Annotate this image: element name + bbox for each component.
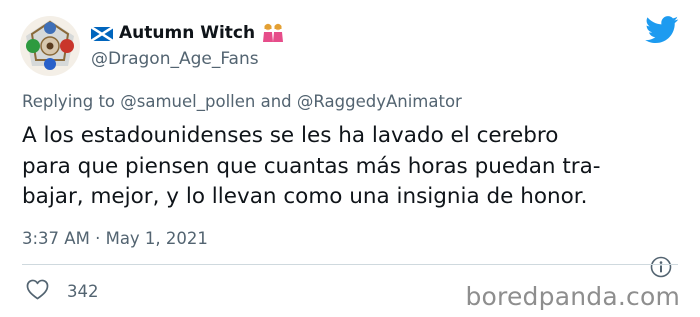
tweet-text-line: para que piensen que cuantas más horas p… bbox=[22, 153, 601, 179]
avatar[interactable] bbox=[20, 16, 80, 76]
like-count: 342 bbox=[67, 281, 99, 301]
reply-prefix: Replying to bbox=[22, 92, 116, 111]
two-women-holding-hands-icon bbox=[261, 23, 285, 43]
author-display-name: Autumn Witch bbox=[119, 23, 256, 43]
dragon-age-emblem-icon bbox=[20, 16, 80, 76]
replying-to-line: Replying to @samuel_pollen and @RaggedyA… bbox=[22, 92, 462, 111]
tweet-time: 3:37 AM bbox=[22, 229, 90, 248]
meta-separator: · bbox=[95, 229, 101, 248]
watermark: boredpanda.com bbox=[465, 282, 680, 311]
twitter-bird-icon[interactable] bbox=[645, 16, 679, 44]
reply-mention-link[interactable]: @samuel_pollen bbox=[120, 92, 255, 111]
tweet-date: May 1, 2021 bbox=[105, 229, 208, 248]
reply-joiner: and bbox=[260, 92, 292, 111]
tweet-text-line: A los estadounidenses se les ha lavado e… bbox=[22, 123, 559, 148]
divider bbox=[22, 264, 678, 265]
tweet-card: Autumn Witch @Dragon_Age_Fans Replying t… bbox=[0, 0, 700, 317]
scotland-flag-icon bbox=[90, 25, 114, 43]
tweet-text-line: bajar, mejor, y lo llevan como una insig… bbox=[22, 184, 588, 209]
reply-mention-link[interactable]: @RaggedyAnimator bbox=[297, 92, 462, 111]
tweet-timestamp[interactable]: 3:37 AM · May 1, 2021 bbox=[22, 229, 208, 248]
author-handle[interactable]: @Dragon_Age_Fans bbox=[91, 49, 259, 69]
heart-icon bbox=[26, 279, 67, 304]
author-name-row[interactable]: Autumn Witch bbox=[90, 21, 285, 45]
info-icon[interactable] bbox=[650, 256, 672, 278]
like-button[interactable]: 342 bbox=[26, 279, 99, 303]
tweet-text: A los estadounidenses se les ha lavado e… bbox=[22, 121, 682, 213]
